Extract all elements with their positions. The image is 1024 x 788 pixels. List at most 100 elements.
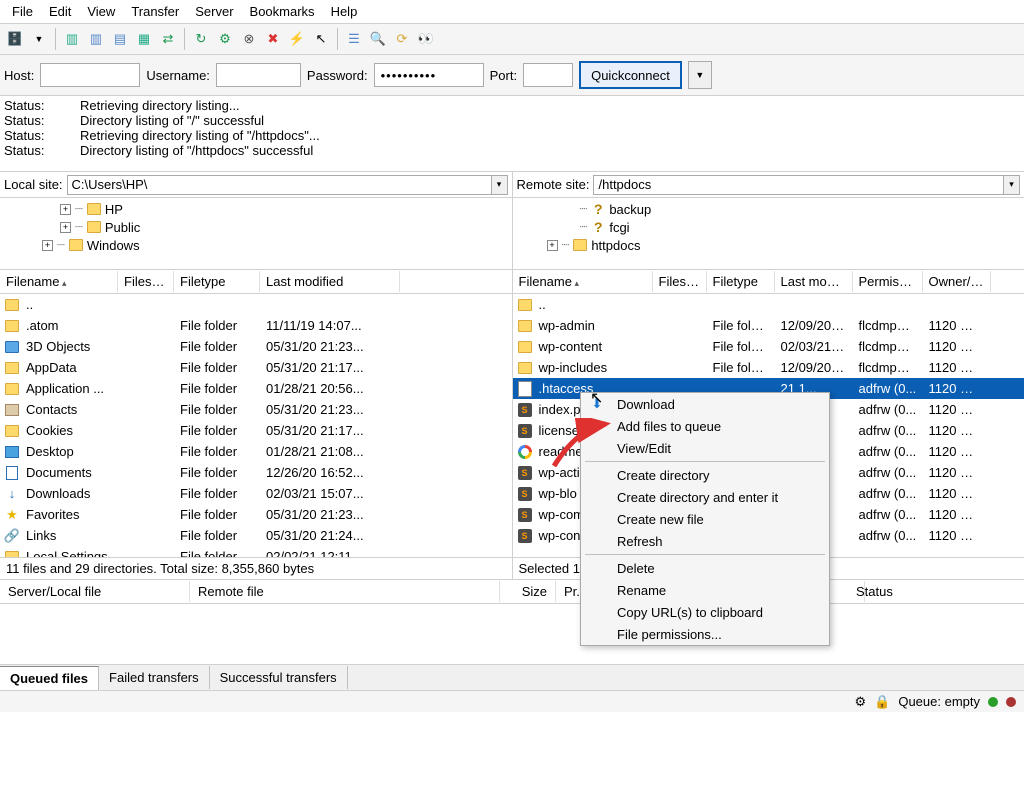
queue-col-remote[interactable]: Remote file — [190, 581, 500, 602]
status-log[interactable]: Status:Retrieving directory listing...St… — [0, 96, 1024, 172]
menu-file[interactable]: File — [4, 2, 41, 21]
remote-tree[interactable]: ┈?backup┈?fcgi+┈httpdocs — [513, 198, 1024, 270]
file-row[interactable]: Cookies File folder 05/31/20 21:17... — [0, 420, 512, 441]
quickconnect-bar: Host: Username: Password: Port: Quickcon… — [0, 55, 1024, 96]
port-input[interactable] — [523, 63, 573, 87]
context-menu-item[interactable]: Create directory and enter it — [581, 486, 829, 508]
filter-icon[interactable]: ☰ — [343, 28, 365, 50]
context-menu-item[interactable]: Refresh — [581, 530, 829, 552]
menu-edit[interactable]: Edit — [41, 2, 79, 21]
file-row[interactable]: ↓ Downloads File folder 02/03/21 15:07..… — [0, 483, 512, 504]
remote-col-filesize[interactable]: Filesize — [653, 271, 707, 292]
context-menu-item[interactable]: +Add files to queue — [581, 415, 829, 437]
file-row[interactable]: 3D Objects File folder 05/31/20 21:23... — [0, 336, 512, 357]
menu-view[interactable]: View — [79, 2, 123, 21]
tree-node[interactable]: +┈HP — [4, 200, 508, 218]
tree-node[interactable]: ┈?fcgi — [517, 218, 1021, 236]
queue-col-server[interactable]: Server/Local file — [0, 581, 190, 602]
file-row[interactable]: Contacts File folder 05/31/20 21:23... — [0, 399, 512, 420]
reconnect-icon[interactable]: ⚡ — [286, 28, 308, 50]
file-row[interactable]: 🔗 Links File folder 05/31/20 21:24... — [0, 525, 512, 546]
queue-col-size[interactable]: Size — [500, 581, 556, 602]
file-row[interactable]: .atom File folder 11/11/19 14:07... — [0, 315, 512, 336]
context-menu-item[interactable]: Copy URL(s) to clipboard — [581, 601, 829, 623]
local-col-modified[interactable]: Last modified — [260, 271, 400, 292]
menu-server[interactable]: Server — [187, 2, 241, 21]
file-row[interactable]: wp-admin File folder 12/09/20 1... flcdm… — [513, 315, 1024, 336]
local-site-bar: Local site: ▾ — [0, 172, 512, 198]
layout3-icon[interactable]: ▤ — [109, 28, 131, 50]
search-icon[interactable]: 🔍 — [367, 28, 389, 50]
menu-help[interactable]: Help — [323, 2, 366, 21]
status-bar: ⚙ 🔒 Queue: empty — [0, 690, 1024, 712]
menu-bookmarks[interactable]: Bookmarks — [242, 2, 323, 21]
process-icon[interactable]: ⚙ — [214, 28, 236, 50]
file-row[interactable]: AppData File folder 05/31/20 21:17... — [0, 357, 512, 378]
layout1-icon[interactable]: ▥ — [61, 28, 83, 50]
file-row[interactable]: Desktop File folder 01/28/21 21:08... — [0, 441, 512, 462]
tree-node[interactable]: +┈Windows — [4, 236, 508, 254]
tree-node[interactable]: +┈httpdocs — [517, 236, 1021, 254]
lock-icon: 🔒 — [874, 694, 890, 710]
file-row[interactable]: Documents File folder 12/26/20 16:52... — [0, 462, 512, 483]
remote-site-input[interactable] — [593, 175, 1004, 195]
remote-site-bar: Remote site: ▾ — [513, 172, 1024, 198]
menu-bar: File Edit View Transfer Server Bookmarks… — [0, 0, 1024, 23]
host-input[interactable] — [40, 63, 140, 87]
local-site-input[interactable] — [67, 175, 492, 195]
local-col-filename[interactable]: Filename — [0, 271, 118, 292]
status-dot-green — [988, 697, 998, 707]
file-row[interactable]: wp-content File folder 02/03/21 1... flc… — [513, 336, 1024, 357]
sync-icon[interactable]: ⇄ — [157, 28, 179, 50]
local-file-list[interactable]: .. .atom File folder 11/11/19 14:07... 3… — [0, 294, 512, 557]
layout2-icon[interactable]: ▥ — [85, 28, 107, 50]
remote-col-owner[interactable]: Owner/G... — [923, 271, 991, 292]
context-menu-item[interactable]: Create directory — [581, 464, 829, 486]
sitemanager-icon[interactable]: 🗄️ — [4, 28, 26, 50]
context-menu-item[interactable]: File permissions... — [581, 623, 829, 645]
file-row[interactable]: ★ Favorites File folder 05/31/20 21:23..… — [0, 504, 512, 525]
cancel-icon[interactable]: ⊗ — [238, 28, 260, 50]
find-icon[interactable]: 👀 — [415, 28, 437, 50]
quickconnect-dropdown[interactable]: ▼ — [688, 61, 712, 89]
menu-transfer[interactable]: Transfer — [123, 2, 187, 21]
dropdown-icon[interactable]: ▼ — [28, 28, 50, 50]
username-input[interactable] — [216, 63, 301, 87]
remote-site-label: Remote site: — [517, 177, 590, 192]
tab-success[interactable]: Successful transfers — [210, 666, 348, 689]
compare-icon[interactable]: ⟳ — [391, 28, 413, 50]
remote-col-modified[interactable]: Last modifi... — [775, 271, 853, 292]
context-menu-item[interactable]: ⬇Download — [581, 393, 829, 415]
file-row[interactable]: wp-includes File folder 12/09/20 1... fl… — [513, 357, 1024, 378]
queue-tabs: Queued files Failed transfers Successful… — [0, 664, 1024, 690]
gear-icon[interactable]: ⚙ — [855, 694, 867, 710]
file-row[interactable]: Application ... File folder 01/28/21 20:… — [0, 378, 512, 399]
context-menu-item[interactable]: View/Edit — [581, 437, 829, 459]
file-row[interactable]: Local Settings File folder 02/02/21 12:1… — [0, 546, 512, 557]
quickconnect-button[interactable]: Quickconnect — [579, 61, 682, 89]
layout4-icon[interactable]: ▦ — [133, 28, 155, 50]
password-input[interactable] — [374, 63, 484, 87]
remote-col-permissions[interactable]: Permissi... — [853, 271, 923, 292]
remote-col-filetype[interactable]: Filetype — [707, 271, 775, 292]
remote-col-filename[interactable]: Filename — [513, 271, 653, 292]
local-pane: Local site: ▾ +┈HP+┈Public+┈Windows File… — [0, 172, 513, 579]
local-col-filesize[interactable]: Filesize — [118, 271, 174, 292]
file-row[interactable]: .. — [513, 294, 1024, 315]
tab-failed[interactable]: Failed transfers — [99, 666, 210, 689]
local-tree[interactable]: +┈HP+┈Public+┈Windows — [0, 198, 512, 270]
disconnect-icon[interactable]: ✖ — [262, 28, 284, 50]
file-row[interactable]: .. — [0, 294, 512, 315]
context-menu-item[interactable]: Create new file — [581, 508, 829, 530]
tab-queued[interactable]: Queued files — [0, 666, 99, 690]
queue-body[interactable] — [0, 604, 1024, 664]
pointer-icon[interactable]: ↖ — [310, 28, 332, 50]
context-menu-item[interactable]: Rename — [581, 579, 829, 601]
refresh-icon[interactable]: ↻ — [190, 28, 212, 50]
remote-site-dropdown[interactable]: ▾ — [1004, 175, 1020, 195]
local-col-filetype[interactable]: Filetype — [174, 271, 260, 292]
local-site-dropdown[interactable]: ▾ — [492, 175, 508, 195]
context-menu-item[interactable]: Delete — [581, 557, 829, 579]
tree-node[interactable]: ┈?backup — [517, 200, 1021, 218]
tree-node[interactable]: +┈Public — [4, 218, 508, 236]
